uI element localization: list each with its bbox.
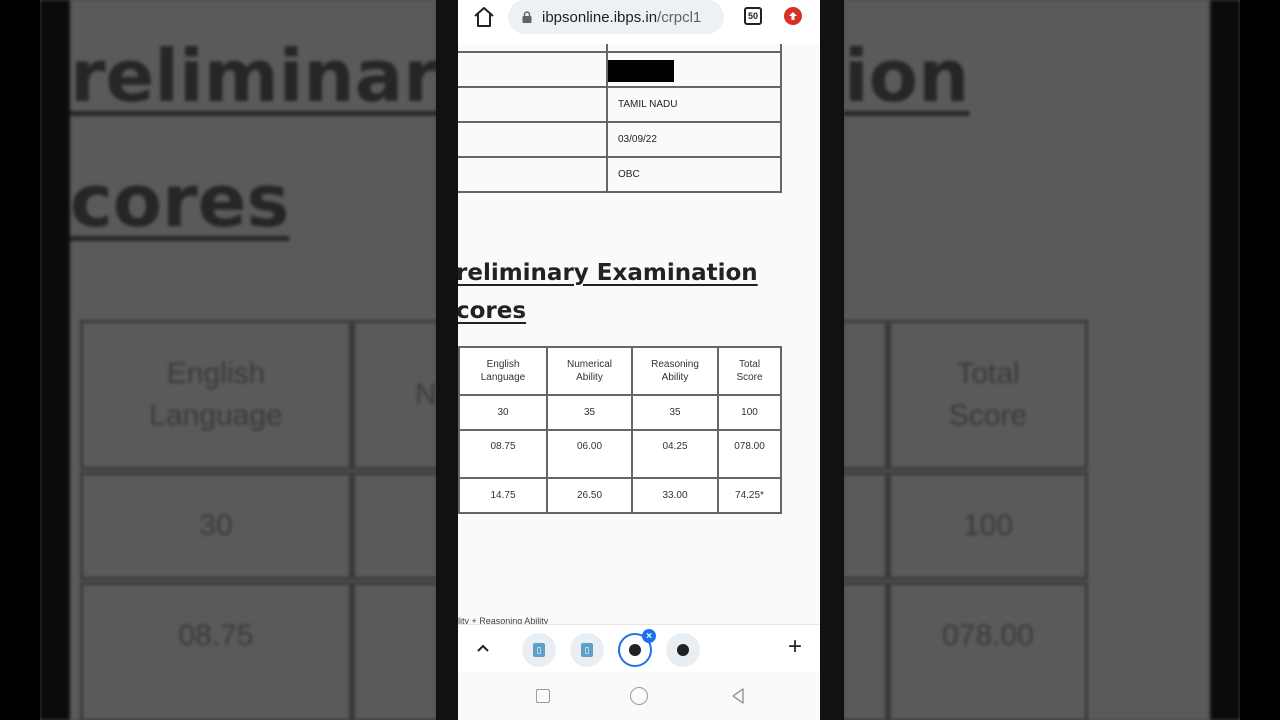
page-content: TAMIL NADU 03/09/22 OBC reliminary Exami… (458, 44, 820, 624)
arrow-up-icon (789, 12, 797, 20)
details-label-cell (458, 156, 608, 193)
section-title: reliminary Examination cores (458, 254, 758, 330)
header-numerical-ability: Numerical Ability (546, 346, 633, 396)
address-bar[interactable]: ibpsonline.ibps.in/crpcl1 (508, 0, 724, 34)
details-label-cell (458, 121, 608, 158)
background-row2-left: 08.75 (80, 582, 352, 720)
background-zoom-left-surface: reliminary cores EnglishLanguage N 30 08… (40, 0, 436, 720)
background-title-line1: reliminary (70, 34, 436, 118)
background-header-partial: N (352, 320, 436, 470)
table-cell: 74.25* (717, 477, 782, 514)
background-edge-bar-right (1210, 0, 1240, 720)
table-cell: 35 (631, 394, 719, 431)
table-cell: 078.00 (717, 429, 782, 479)
footnote-text: ility + Reasoning Ability (458, 616, 549, 624)
table-cell: 30 (458, 394, 548, 431)
tab-thumbnail[interactable]: ▯ (522, 633, 556, 667)
background-zoom-right: ion Total Score 100 078.00 (844, 0, 1240, 720)
background-header-total: Total Score (888, 320, 1088, 470)
table-cell: 100 (717, 394, 782, 431)
lock-icon (522, 11, 532, 23)
details-label-cell (458, 86, 608, 123)
tab-strip: ▯ ▯ × + (458, 624, 820, 672)
details-date-value: 03/09/22 (606, 121, 782, 158)
table-cell: 14.75 (458, 477, 548, 514)
table-cell: 04.25 (631, 429, 719, 479)
background-row1-blank (352, 472, 436, 580)
ibps-favicon-icon: ▯ (533, 643, 545, 657)
background-row2-right: 078.00 (888, 582, 1088, 720)
header-total-score: Total Score (717, 346, 782, 396)
url-path: /crpcl1 (657, 8, 702, 26)
browser-toolbar: ibpsonline.ibps.in/crpcl1 50 (458, 0, 820, 44)
section-title-line2: cores (458, 298, 527, 324)
tab-thumbnail[interactable] (666, 633, 700, 667)
section-title-line1: reliminary Examination (458, 260, 758, 286)
chevron-up-icon[interactable] (476, 641, 490, 655)
table-cell: 26.50 (546, 477, 633, 514)
update-arrow-icon[interactable] (784, 7, 802, 25)
globe-icon (677, 644, 689, 656)
background-edge-bar (40, 0, 70, 720)
redaction-bar (608, 60, 674, 82)
system-navigation-bar (458, 672, 820, 720)
details-label-cell (458, 51, 608, 88)
background-header-english: English Language (80, 320, 352, 470)
table-cell: 33.00 (631, 477, 719, 514)
background-zoom-right-surface: ion Total Score 100 078.00 (844, 0, 1240, 720)
background-row2-blank (352, 582, 436, 720)
table-cell: 35 (546, 394, 633, 431)
details-category-value: OBC (606, 156, 782, 193)
ibps-favicon-icon: ▯ (581, 643, 593, 657)
phone-bezel-left (436, 0, 458, 720)
back-triangle-icon[interactable] (728, 686, 748, 706)
table-cell: 06.00 (546, 429, 633, 479)
tab-thumbnail[interactable]: ▯ (570, 633, 604, 667)
tab-switcher-button[interactable]: 50 (744, 7, 762, 25)
globe-icon (629, 644, 641, 656)
background-row1-left: 30 (80, 472, 352, 580)
background-row2-mid (844, 582, 888, 720)
recent-apps-icon[interactable] (536, 689, 550, 703)
tab-thumbnail-active[interactable]: × (618, 629, 656, 667)
url-host: ibpsonline.ibps.in (542, 8, 658, 26)
header-english-language: English Language (458, 346, 548, 396)
phone-screen: ibpsonline.ibps.in/crpcl1 50 TAMIL NADU … (436, 0, 844, 720)
phone-bezel-right (820, 0, 844, 720)
background-row1-mid (844, 472, 888, 580)
home-button-icon[interactable] (630, 687, 648, 705)
new-tab-plus-icon[interactable]: + (788, 635, 802, 659)
home-icon[interactable] (472, 6, 496, 28)
details-value-cell-redacted (606, 51, 782, 88)
close-tab-icon[interactable]: × (642, 629, 656, 643)
table-cell: 08.75 (458, 429, 548, 479)
background-row1-right: 100 (888, 472, 1088, 580)
background-title-line2: cores (70, 159, 290, 243)
background-zoom-left: reliminary cores EnglishLanguage N 30 08… (40, 0, 436, 720)
background-header-blank (844, 320, 888, 470)
details-state-value: TAMIL NADU (606, 86, 782, 123)
background-title-right: ion (844, 34, 970, 118)
header-reasoning-ability: Reasoning Ability (631, 346, 719, 396)
